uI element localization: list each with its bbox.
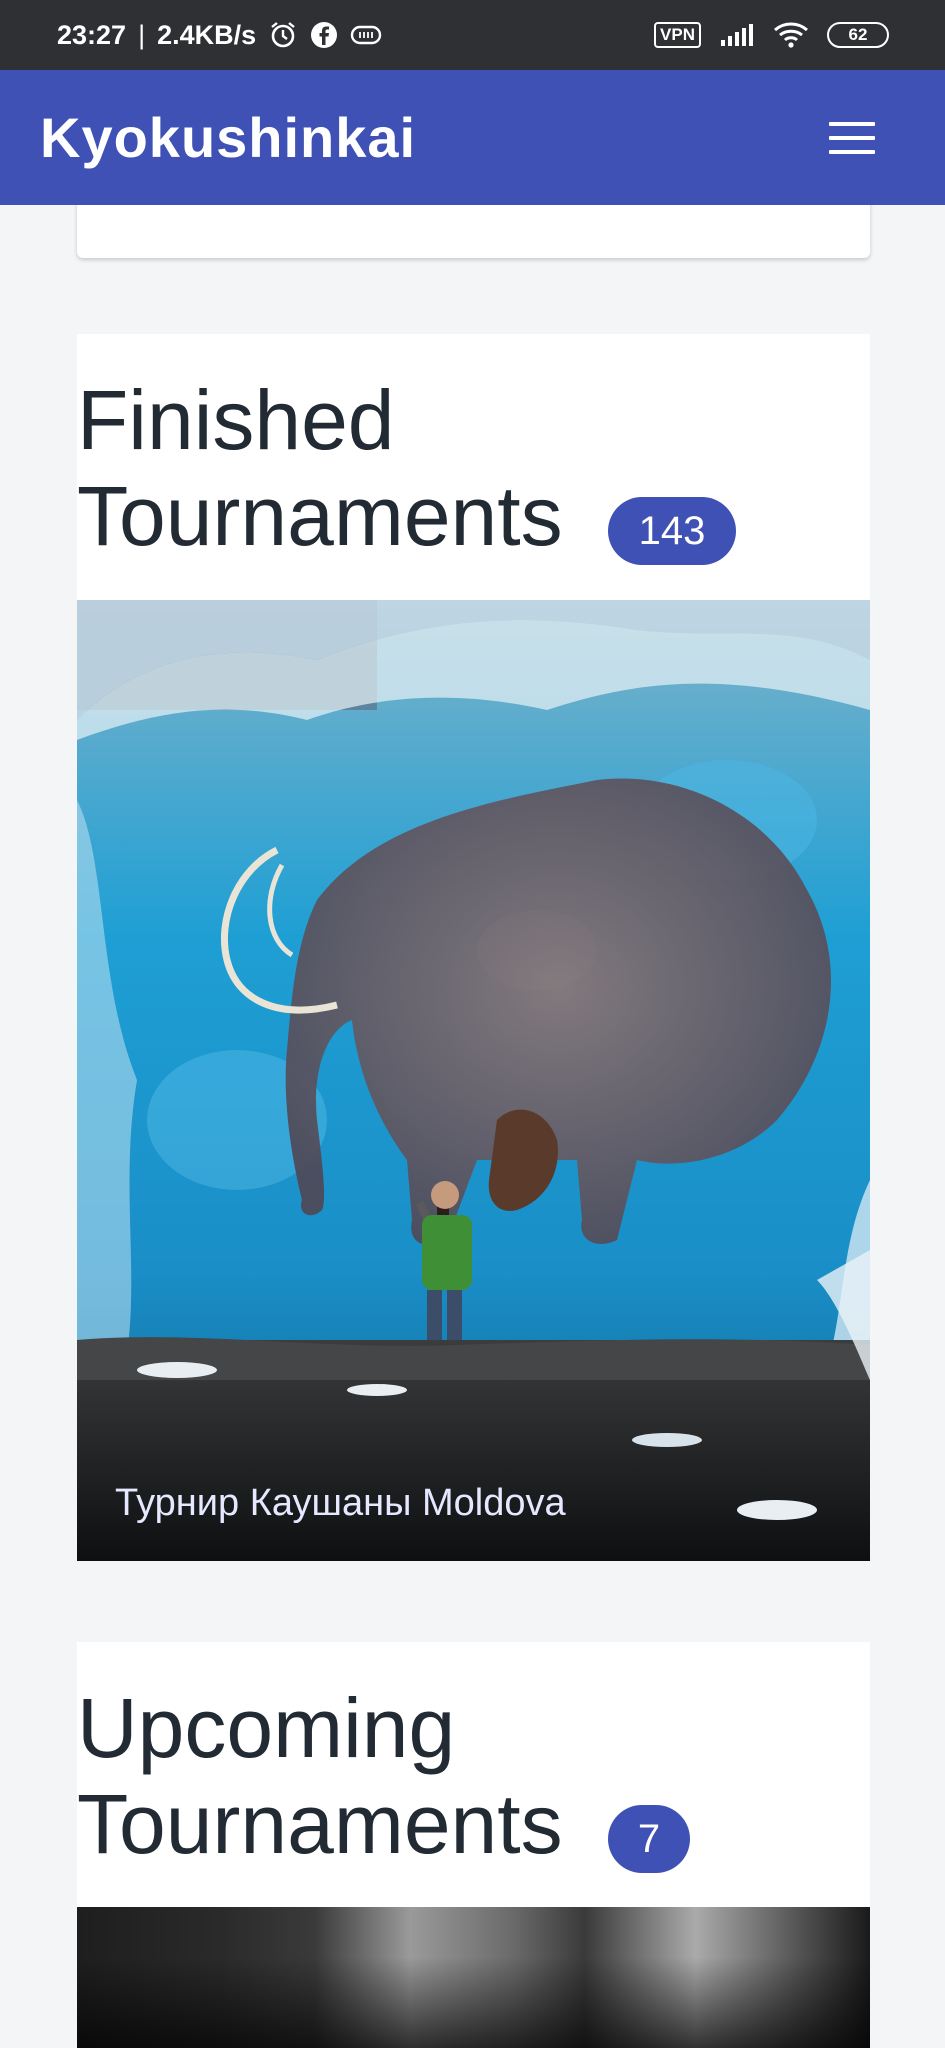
alarm-icon	[268, 20, 298, 50]
signal-icon	[719, 22, 755, 48]
finished-title-line2: Tournaments	[77, 469, 563, 563]
vpn-icon: VPN	[654, 22, 701, 48]
upcoming-title-line2: Tournaments	[77, 1777, 563, 1871]
upcoming-count-badge: 7	[608, 1805, 690, 1873]
tournament-caption: Турнир Каушаны Moldova	[115, 1482, 566, 1524]
hamburger-line	[829, 135, 875, 140]
status-right: VPN 62	[654, 21, 889, 49]
wifi-icon	[773, 21, 809, 49]
facebook-icon	[310, 21, 338, 49]
hamburger-menu-icon[interactable]	[829, 121, 875, 154]
status-separator: |	[138, 19, 146, 50]
app-bar: Kyokushinkai	[0, 70, 945, 205]
tournament-card[interactable]: Турнир Каушаны Moldova	[77, 600, 870, 1561]
app-title: Kyokushinkai	[40, 106, 417, 169]
upcoming-tournaments-header: Upcoming Tournaments 7	[77, 1642, 870, 1907]
status-time: 23:27	[57, 19, 127, 50]
image-overlay	[77, 1957, 870, 2048]
cast-icon	[350, 23, 382, 47]
tournament-image	[77, 600, 870, 1561]
finished-tournaments-header: Finished Tournaments 143	[77, 334, 870, 600]
status-bar: 23:27 | 2.4KB/s VPN 62	[0, 0, 945, 70]
status-left: 23:27 | 2.4KB/s	[57, 20, 382, 51]
battery-indicator: 62	[827, 22, 889, 48]
upcoming-title-line1: Upcoming	[77, 1681, 456, 1775]
finished-title-line1: Finished	[77, 373, 395, 467]
status-speed: 2.4KB/s	[157, 19, 257, 50]
hamburger-line	[829, 121, 875, 126]
upcoming-tournament-image[interactable]	[77, 1907, 870, 2048]
finished-count-badge: 143	[608, 497, 736, 565]
hamburger-line	[829, 149, 875, 154]
